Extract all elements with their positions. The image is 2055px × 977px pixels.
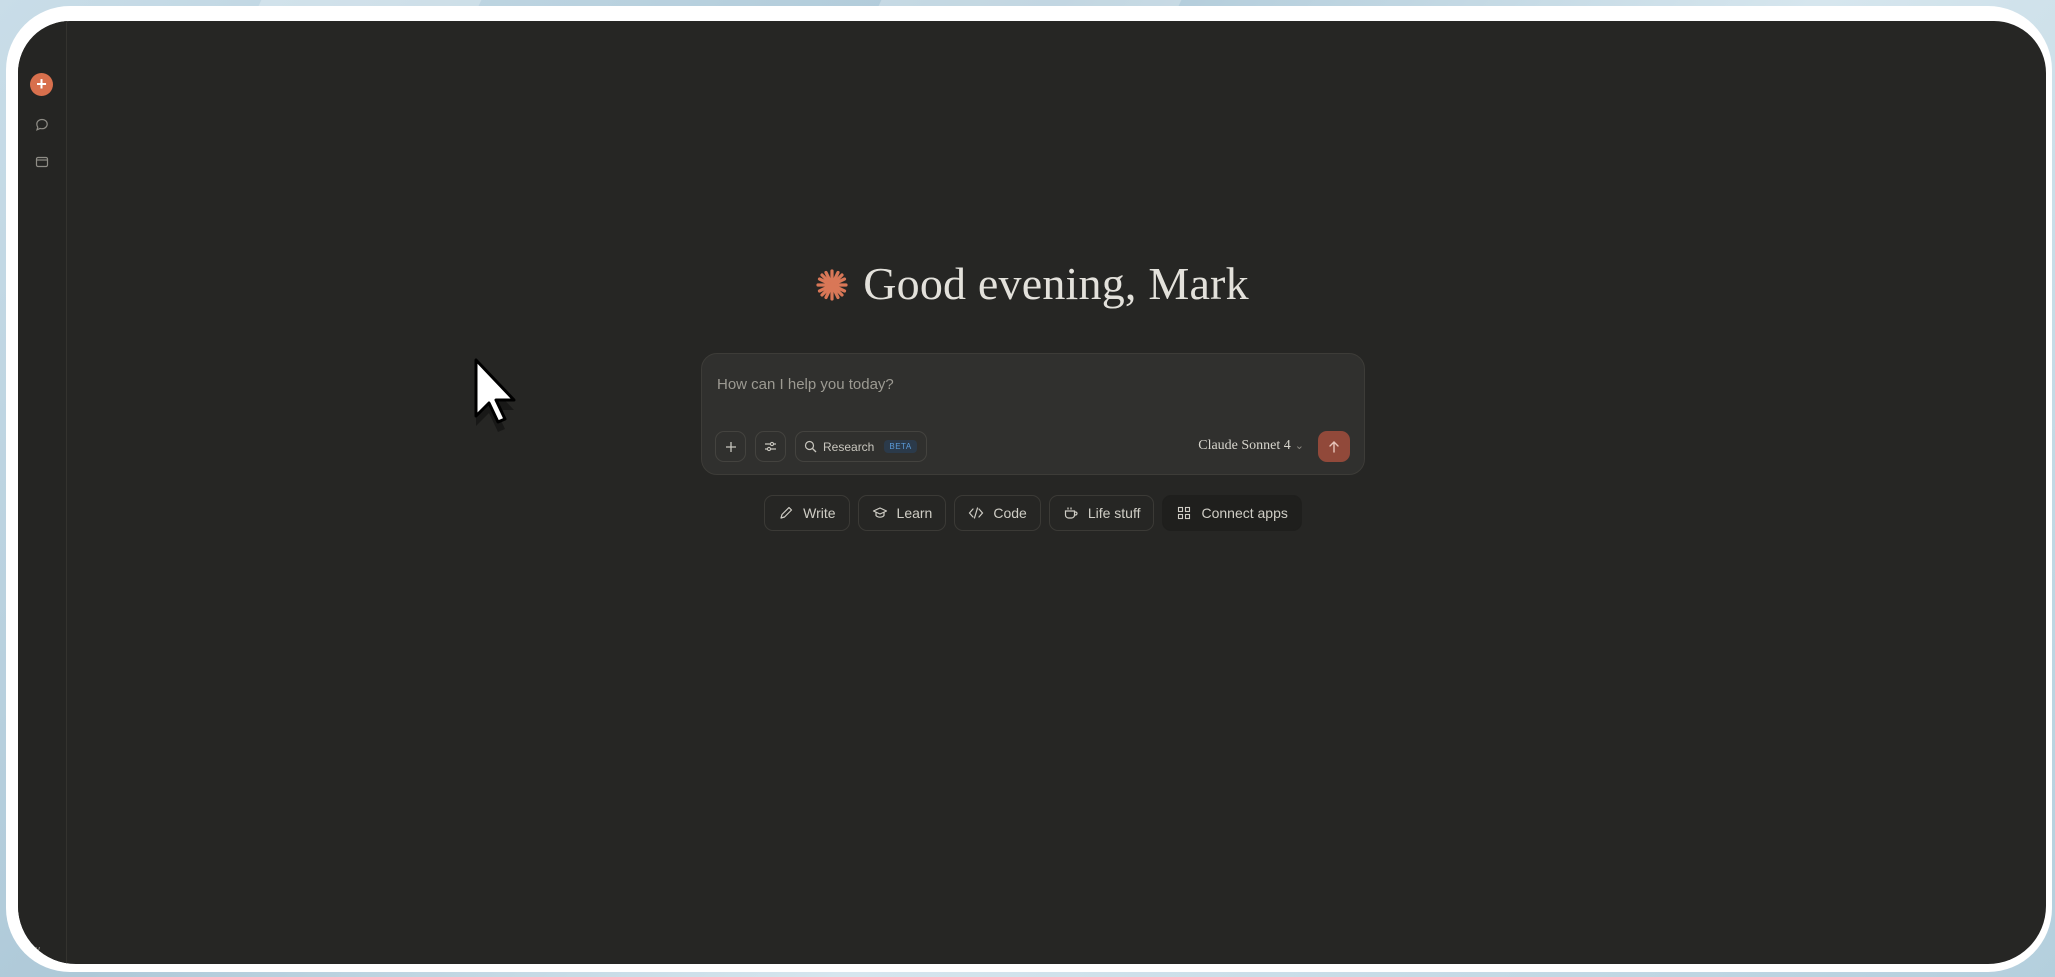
chevron-down-icon: ⌄	[1294, 440, 1304, 452]
pencil-icon	[780, 506, 793, 519]
plus-icon	[725, 441, 736, 452]
send-button[interactable]	[1318, 431, 1350, 462]
chip-label: Write	[803, 505, 836, 521]
chip-life-stuff[interactable]: Life stuff	[1048, 495, 1155, 531]
beta-badge: BETA	[884, 440, 917, 453]
claude-spark-icon	[816, 269, 848, 301]
chip-label: Learn	[896, 505, 933, 521]
folder-icon[interactable]	[34, 154, 50, 170]
research-button[interactable]: Research BETA	[795, 431, 927, 462]
research-label: Research	[823, 439, 875, 454]
grid-apps-icon	[1178, 506, 1191, 520]
chip-learn[interactable]: Learn	[857, 495, 947, 531]
chip-connect-apps[interactable]: Connect apps	[1162, 495, 1302, 531]
suggestion-chips: Write Learn Code Life stuff Connect apps	[18, 495, 2046, 531]
sidebar: + w	[18, 21, 67, 964]
message-input[interactable]: How can I help you today?	[717, 376, 894, 393]
research-icon	[804, 440, 817, 453]
chip-code[interactable]: Code	[954, 495, 1041, 531]
plus-icon: +	[36, 74, 47, 94]
chip-label: Connect apps	[1201, 505, 1288, 521]
chip-write[interactable]: Write	[764, 495, 850, 531]
new-chat-button[interactable]: +	[30, 73, 53, 96]
message-composer[interactable]: How can I help you today? Research BETA …	[701, 353, 1365, 475]
greeting-text: Good evening, Mark	[863, 258, 1249, 309]
add-attachment-button[interactable]	[715, 431, 746, 462]
mouse-cursor-icon	[474, 358, 516, 432]
model-selector[interactable]: Claude Sonnet 4 ⌄	[1198, 438, 1304, 454]
coffee-cup-icon	[1064, 507, 1078, 519]
chip-label: Life stuff	[1087, 505, 1141, 521]
sliders-icon	[765, 441, 776, 452]
arrow-up-icon	[1329, 441, 1339, 453]
chat-bubble-icon[interactable]	[34, 117, 50, 133]
sidebar-footer-text: w	[32, 944, 40, 956]
tools-button[interactable]	[755, 431, 786, 462]
greeting-heading: Good evening, Mark	[18, 257, 2046, 310]
code-icon	[969, 507, 984, 519]
app-window: + w Good evening, Mark How can I help yo…	[18, 21, 2046, 964]
model-name: Claude Sonnet 4	[1198, 438, 1291, 453]
chip-label: Code	[993, 505, 1027, 521]
graduation-cap-icon	[872, 507, 887, 518]
